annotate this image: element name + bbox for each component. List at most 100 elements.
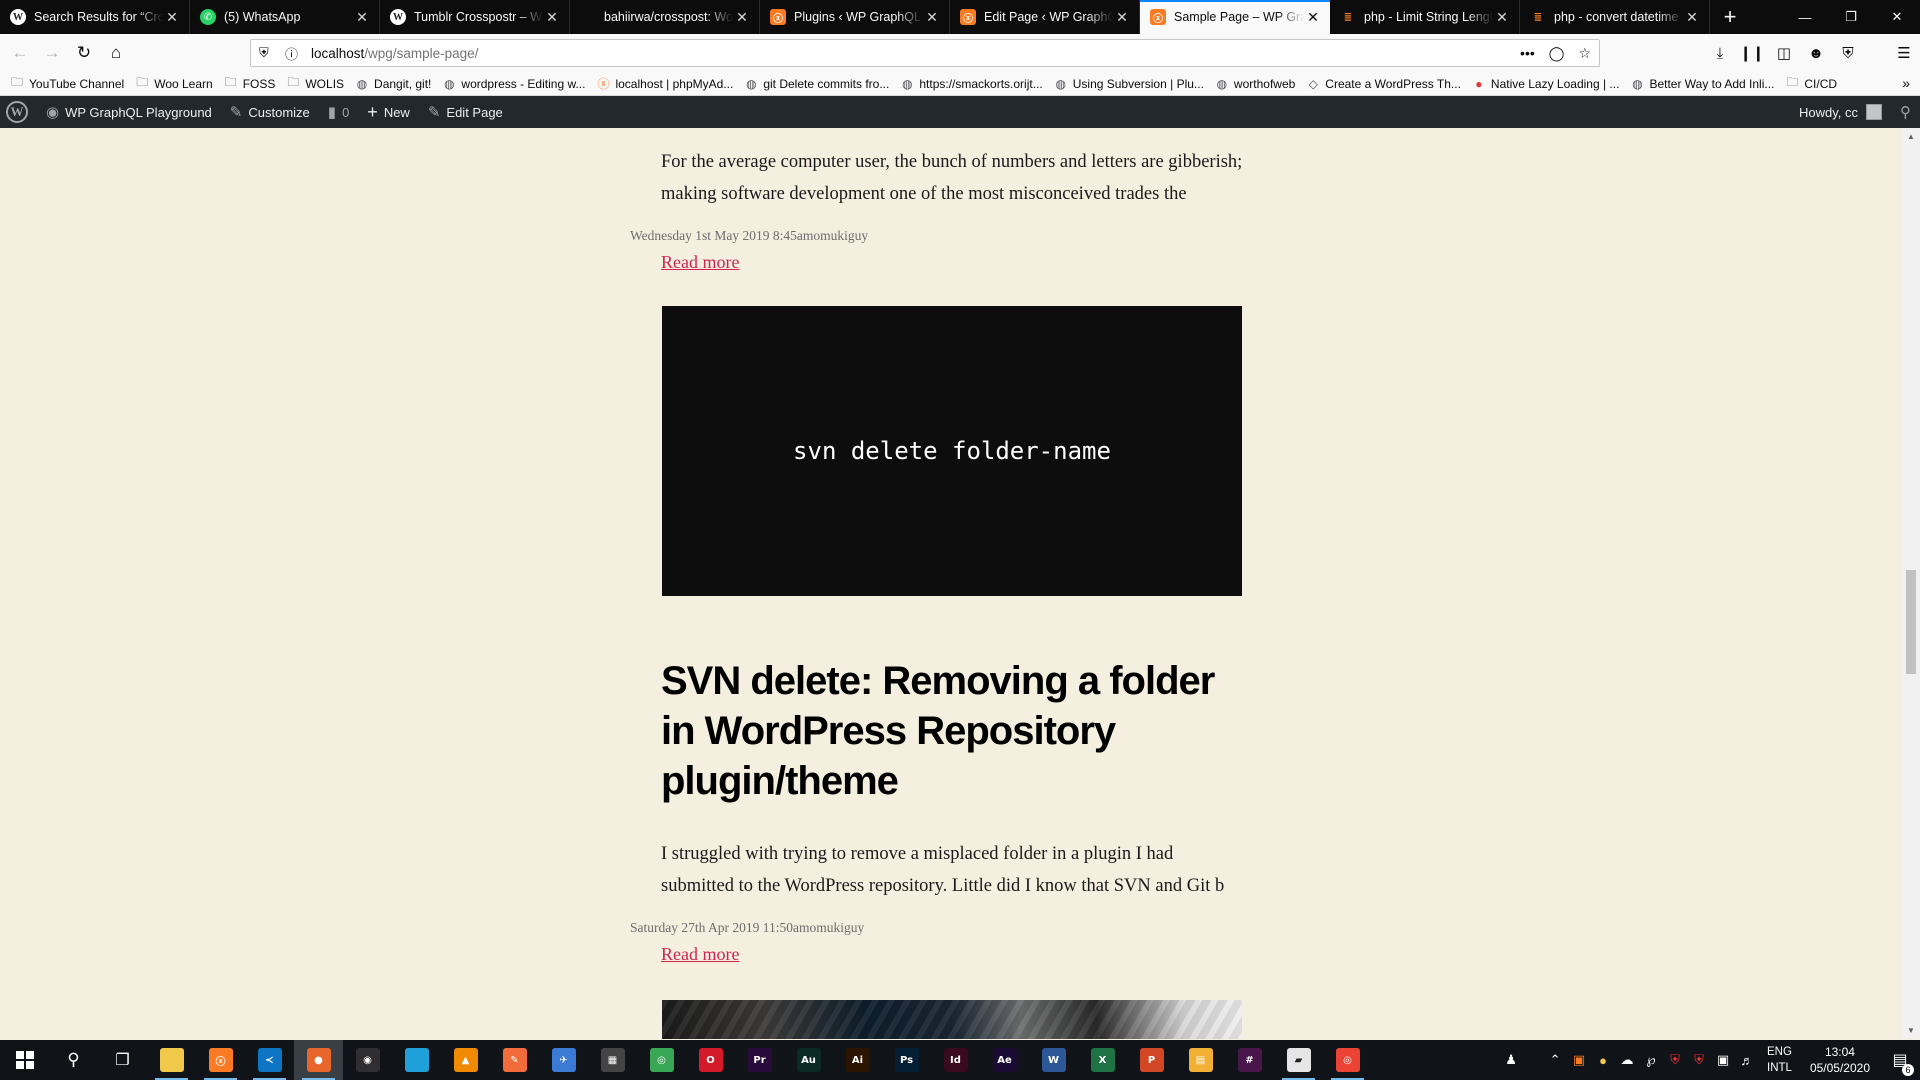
taskbar-app-chrome[interactable]: ◎ [637, 1040, 686, 1080]
new-tab-button[interactable]: + [1710, 0, 1750, 34]
new-content-menu[interactable]: + New [358, 96, 419, 128]
home-icon[interactable]: ⌂ [100, 37, 132, 69]
taskbar-app-vscode[interactable]: ≺ [245, 1040, 294, 1080]
close-tab-icon[interactable]: ✕ [1683, 9, 1701, 26]
onedrive-icon[interactable]: ☁ [1615, 1052, 1639, 1068]
close-tab-icon[interactable]: ✕ [1304, 9, 1322, 26]
bookmark-item[interactable]: ◍ wordpress - Editing w... [442, 77, 585, 91]
browser-tab[interactable]: ✆ (5) WhatsApp ✕ [190, 0, 380, 34]
library-icon[interactable]: ❙❙ [1736, 44, 1768, 62]
security-icon[interactable]: ⛨ [1663, 1052, 1687, 1068]
close-tab-icon[interactable]: ✕ [1493, 9, 1511, 26]
wp-logo-menu[interactable]: W [0, 96, 37, 128]
sidebar-icon[interactable]: ◫ [1768, 44, 1800, 62]
taskbar-search-icon[interactable]: ⚲ [49, 1040, 98, 1080]
browser-tab[interactable]: ≣ php - Limit String Lengt… ✕ [1330, 0, 1520, 34]
close-tab-icon[interactable]: ✕ [923, 9, 941, 26]
taskbar-app-sticky[interactable]: ▤ [1176, 1040, 1225, 1080]
scroll-down-icon[interactable]: ▼ [1902, 1022, 1920, 1039]
taskbar-app-plane[interactable]: ✈ [539, 1040, 588, 1080]
close-tab-icon[interactable]: ✕ [1113, 9, 1131, 26]
close-tab-icon[interactable]: ✕ [733, 9, 751, 26]
close-tab-icon[interactable]: ✕ [353, 9, 371, 26]
antivirus-icon[interactable]: ⛨ [1687, 1052, 1711, 1068]
page-actions-icon[interactable]: ••• [1520, 45, 1535, 61]
read-more-link[interactable]: Read more [661, 944, 739, 965]
taskbar-app-audition[interactable]: Au [784, 1040, 833, 1080]
taskbar-app-chrome-2[interactable]: ◎ [1323, 1040, 1372, 1080]
minimize-icon[interactable]: — [1782, 0, 1828, 34]
taskbar-app-premiere[interactable]: Pr [735, 1040, 784, 1080]
taskbar-app-vlc[interactable]: ▲ [441, 1040, 490, 1080]
taskbar-app-photoshop[interactable]: Ps [882, 1040, 931, 1080]
taskbar-app-calculator[interactable]: ▦ [588, 1040, 637, 1080]
taskbar-app-excel[interactable]: X [1078, 1040, 1127, 1080]
bookmark-item[interactable]: ⓧ localhost | phpMyAd... [596, 75, 733, 92]
address-bar[interactable]: ⛨ ⓘ localhost/wpg/sample-page/ ••• ◯ ☆ [250, 39, 1600, 67]
taskbar-app-postman[interactable]: ✎ [490, 1040, 539, 1080]
pocket-icon[interactable]: ◯ [1549, 45, 1565, 62]
show-hidden-icons-icon[interactable]: ⌃ [1543, 1052, 1567, 1068]
scrollbar-thumb[interactable] [1906, 570, 1916, 674]
bookmark-item[interactable]: ◍ git Delete commits fro... [744, 77, 889, 91]
taskbar-app-obs[interactable]: ◉ [343, 1040, 392, 1080]
bookmark-item[interactable]: ◍ Dangit, git! [355, 77, 432, 91]
taskbar-app-indesign[interactable]: Id [931, 1040, 980, 1080]
input-language[interactable]: ENG INTL [1759, 1044, 1800, 1076]
taskbar-app-opera[interactable]: O [686, 1040, 735, 1080]
post-title[interactable]: SVN delete: Removing a folder in WordPre… [661, 656, 1241, 806]
menu-icon[interactable]: ☰ [1888, 44, 1920, 62]
bookmark-item[interactable]: 🗀 Woo Learn [135, 73, 213, 94]
close-tab-icon[interactable]: ✕ [163, 9, 181, 26]
browser-tab[interactable]: ⓧ Sample Page – WP Grap…✕ [1140, 0, 1330, 34]
browser-tab[interactable]: ⓧ Plugins ‹ WP GraphQL P…✕ [760, 0, 950, 34]
page-scrollbar[interactable]: ▲ ▼ [1902, 128, 1920, 1039]
site-info-icon[interactable]: ⓘ [285, 44, 301, 63]
reload-icon[interactable]: ↻ [68, 37, 100, 69]
taskbar-app-xampp[interactable]: ⓧ [196, 1040, 245, 1080]
close-tab-icon[interactable]: ✕ [543, 9, 561, 26]
bookmark-item[interactable]: ◍ worthofweb [1215, 77, 1296, 91]
bookmark-item[interactable]: ◇ Create a WordPress Th... [1306, 77, 1461, 91]
browser-tab[interactable]: W Search Results for “Cros…✕ [0, 0, 190, 34]
restore-icon[interactable]: ❐ [1828, 0, 1874, 34]
edit-page-link[interactable]: ✎ Edit Page [419, 96, 512, 128]
taskbar-app-file-explorer[interactable] [147, 1040, 196, 1080]
extension-icon[interactable]: ⛨ [1832, 45, 1864, 62]
bookmark-item[interactable]: 🗀 CI/CD [1785, 73, 1837, 94]
customize-link[interactable]: ✎ Customize [221, 96, 319, 128]
bookmark-star-icon[interactable]: ☆ [1578, 45, 1591, 62]
bookmark-item[interactable]: ◍ Better Way to Add Inli... [1630, 77, 1774, 91]
read-more-link[interactable]: Read more [661, 252, 739, 273]
browser-tab[interactable]: ≣ php - convert datetime t…✕ [1520, 0, 1710, 34]
bookmark-item[interactable]: ◍ https://smackorts.orijt... [900, 77, 1043, 91]
people-icon[interactable]: ♟ [1499, 1052, 1523, 1068]
bookmark-item[interactable]: 🗀 YouTube Channel [10, 73, 124, 94]
account-icon[interactable]: ☻ [1800, 45, 1832, 62]
network-icon[interactable]: ▣ [1711, 1052, 1735, 1068]
featured-image[interactable] [662, 1000, 1242, 1039]
app-tray-icon[interactable]: ● [1591, 1053, 1615, 1068]
site-name-menu[interactable]: ◉ WP GraphQL Playground [37, 96, 221, 128]
bookmark-item[interactable]: 🗀 WOLIS [286, 73, 344, 94]
my-account-menu[interactable]: Howdy, cc [1790, 96, 1891, 128]
close-window-icon[interactable]: ✕ [1874, 0, 1920, 34]
taskbar-app-firefox[interactable]: ● [294, 1040, 343, 1080]
bookmark-item[interactable]: ◍ Using Subversion | Plu... [1054, 77, 1203, 91]
taskbar-app-after-effects[interactable]: Ae [980, 1040, 1029, 1080]
taskbar-app-notes[interactable]: ▰ [1274, 1040, 1323, 1080]
bluetooth-icon[interactable]: ℘ [1639, 1052, 1663, 1068]
tracking-protection-icon[interactable]: ⛨ [259, 45, 275, 61]
browser-tab[interactable]: bahiirwa/crosspost: Wor…✕ [570, 0, 760, 34]
comments-link[interactable]: ▮ 0 [319, 96, 359, 128]
browser-tab[interactable]: ⓧ Edit Page ‹ WP GraphQL…✕ [950, 0, 1140, 34]
volume-icon[interactable]: ♬ [1735, 1053, 1759, 1068]
taskbar-app-illustrator[interactable]: Ai [833, 1040, 882, 1080]
taskbar-app-slack[interactable]: # [1225, 1040, 1274, 1080]
start-button[interactable] [0, 1040, 49, 1080]
more-bookmarks-icon[interactable]: » [1902, 75, 1910, 91]
taskbar-app-edge-like[interactable] [392, 1040, 441, 1080]
taskbar-app-word[interactable]: W [1029, 1040, 1078, 1080]
forward-icon[interactable]: → [36, 37, 68, 69]
downloads-icon[interactable]: ⤓ [1704, 45, 1736, 62]
